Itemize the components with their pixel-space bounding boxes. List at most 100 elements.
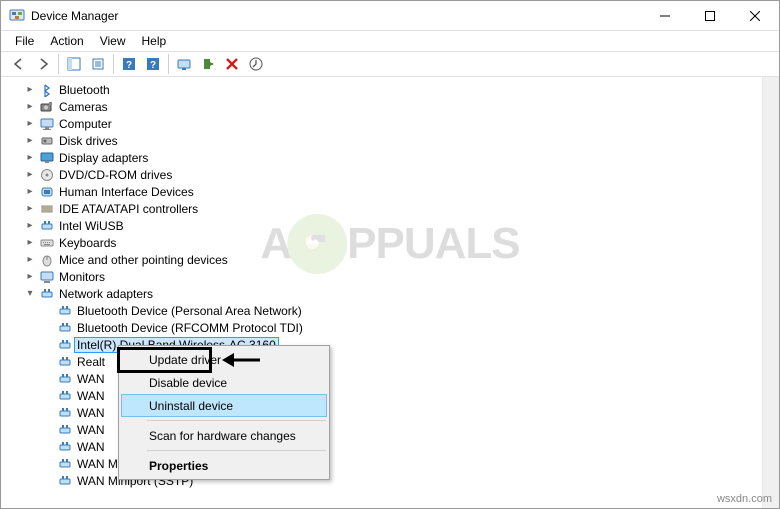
- uninstall-device-button[interactable]: [221, 53, 243, 75]
- tree-item-label: Bluetooth Device (RFCOMM Protocol TDI): [75, 321, 305, 335]
- menu-action[interactable]: Action: [42, 32, 91, 50]
- net-icon: [57, 337, 73, 353]
- expander-icon[interactable]: [41, 338, 55, 352]
- expander-icon[interactable]: ▸: [23, 134, 37, 148]
- tree-category-computer[interactable]: ▸ Computer: [1, 115, 762, 132]
- expander-icon[interactable]: [41, 406, 55, 420]
- net-icon: [39, 218, 55, 234]
- ctx-uninstall-device[interactable]: Uninstall device: [121, 394, 327, 417]
- scan-hardware-button[interactable]: [173, 53, 195, 75]
- net-icon: [57, 354, 73, 370]
- tree-item-network-adapter[interactable]: WAN: [1, 404, 762, 421]
- tree-category-cd[interactable]: ▸ DVD/CD-ROM drives: [1, 166, 762, 183]
- tree-category-net[interactable]: ▸ Intel WiUSB: [1, 217, 762, 234]
- menu-view[interactable]: View: [92, 32, 134, 50]
- expander-icon[interactable]: ▸: [23, 117, 37, 131]
- expander-icon[interactable]: [41, 457, 55, 471]
- close-button[interactable]: [732, 1, 777, 30]
- tree-item-network-adapter[interactable]: Realt: [1, 353, 762, 370]
- expander-icon[interactable]: [41, 389, 55, 403]
- expander-icon[interactable]: ▸: [23, 185, 37, 199]
- help-button[interactable]: ?: [118, 53, 140, 75]
- app-icon: [9, 8, 25, 24]
- svg-text:?: ?: [126, 60, 132, 71]
- expander-icon[interactable]: ▸: [23, 168, 37, 182]
- expander-icon[interactable]: ▸: [23, 100, 37, 114]
- ctx-separator: [147, 450, 326, 451]
- ctx-disable-device[interactable]: Disable device: [121, 371, 327, 394]
- tree-item-label: Bluetooth Device (Personal Area Network): [75, 304, 304, 318]
- menu-file[interactable]: File: [7, 32, 42, 50]
- tree-category-network-adapters[interactable]: ▾ Network adapters: [1, 285, 762, 302]
- ctx-properties[interactable]: Properties: [121, 454, 327, 477]
- net-icon: [57, 456, 73, 472]
- tree-item-label: Mice and other pointing devices: [57, 253, 230, 267]
- enable-device-button[interactable]: [197, 53, 219, 75]
- device-tree[interactable]: ▸Bluetooth▸Cameras▸Computer▸Disk drives▸…: [1, 77, 762, 508]
- keyboard-icon: [39, 235, 55, 251]
- tree-item-label: DVD/CD-ROM drives: [57, 168, 174, 182]
- tree-category-hid[interactable]: ▸Human Interface Devices: [1, 183, 762, 200]
- expander-icon[interactable]: ▸: [23, 236, 37, 250]
- expander-icon[interactable]: [41, 321, 55, 335]
- tree-category-disk[interactable]: ▸Disk drives: [1, 132, 762, 149]
- tree-item-network-adapter[interactable]: WAN: [1, 421, 762, 438]
- expander-icon[interactable]: [41, 355, 55, 369]
- ctx-scan-hardware[interactable]: Scan for hardware changes: [121, 424, 327, 447]
- camera-icon: [39, 99, 55, 115]
- ide-icon: [39, 201, 55, 217]
- expander-icon[interactable]: [41, 372, 55, 386]
- vertical-scrollbar[interactable]: [762, 77, 779, 508]
- tree-item-label: Monitors: [57, 270, 107, 284]
- tree-category-bt[interactable]: ▸ Bluetooth: [1, 81, 762, 98]
- expander-icon[interactable]: ▸: [23, 253, 37, 267]
- tree-item-network-adapter[interactable]: WAN Miniport (SSTP): [1, 472, 762, 489]
- expander-icon[interactable]: ▾: [23, 287, 37, 301]
- update-driver-button[interactable]: [245, 53, 267, 75]
- net-icon: [57, 303, 73, 319]
- toolbar: ? ?: [1, 51, 779, 77]
- net-icon: [57, 405, 73, 421]
- expander-icon[interactable]: ▸: [23, 151, 37, 165]
- disk-icon: [39, 133, 55, 149]
- monitor-icon: [39, 269, 55, 285]
- expander-icon[interactable]: ▸: [23, 202, 37, 216]
- tree-category-monitor[interactable]: ▸ Monitors: [1, 268, 762, 285]
- tree-category-display[interactable]: ▸Display adapters: [1, 149, 762, 166]
- expander-icon[interactable]: [41, 474, 55, 488]
- tree-item-network-adapter[interactable]: WAN Miniport (PPTP): [1, 455, 762, 472]
- tree-item-network-adapter[interactable]: WAN: [1, 438, 762, 455]
- properties-button[interactable]: [87, 53, 109, 75]
- show-hide-tree-button[interactable]: [63, 53, 85, 75]
- back-button[interactable]: [8, 53, 30, 75]
- maximize-button[interactable]: [687, 1, 732, 30]
- expander-icon[interactable]: ▸: [23, 219, 37, 233]
- net-icon: [39, 286, 55, 302]
- svg-text:?: ?: [150, 60, 156, 71]
- ctx-update-driver[interactable]: Update driver: [121, 348, 327, 371]
- tree-category-ide[interactable]: ▸IDE ATA/ATAPI controllers: [1, 200, 762, 217]
- tree-category-mouse[interactable]: ▸ Mice and other pointing devices: [1, 251, 762, 268]
- titlebar: Device Manager: [1, 1, 779, 31]
- tree-item-network-adapter[interactable]: WAN: [1, 370, 762, 387]
- help2-button[interactable]: ?: [142, 53, 164, 75]
- minimize-button[interactable]: [642, 1, 687, 30]
- tree-item-network-adapter[interactable]: Intel(R) Dual Band Wireless-AC 3160: [1, 336, 762, 353]
- expander-icon[interactable]: [41, 423, 55, 437]
- tree-category-camera[interactable]: ▸Cameras: [1, 98, 762, 115]
- expander-icon[interactable]: ▸: [23, 270, 37, 284]
- expander-icon[interactable]: [41, 304, 55, 318]
- expander-icon[interactable]: [41, 440, 55, 454]
- tree-category-keyboard[interactable]: ▸Keyboards: [1, 234, 762, 251]
- tree-item-network-adapter[interactable]: Bluetooth Device (Personal Area Network): [1, 302, 762, 319]
- expander-icon[interactable]: ▸: [23, 83, 37, 97]
- tree-item-label: Computer: [57, 117, 114, 131]
- forward-button[interactable]: [32, 53, 54, 75]
- tree-item-label: Network adapters: [57, 287, 155, 301]
- net-icon: [57, 439, 73, 455]
- tree-item-label: Intel WiUSB: [57, 219, 126, 233]
- tree-item-network-adapter[interactable]: Bluetooth Device (RFCOMM Protocol TDI): [1, 319, 762, 336]
- menu-help[interactable]: Help: [134, 32, 175, 50]
- tree-item-label: Bluetooth: [57, 83, 112, 97]
- tree-item-network-adapter[interactable]: WAN: [1, 387, 762, 404]
